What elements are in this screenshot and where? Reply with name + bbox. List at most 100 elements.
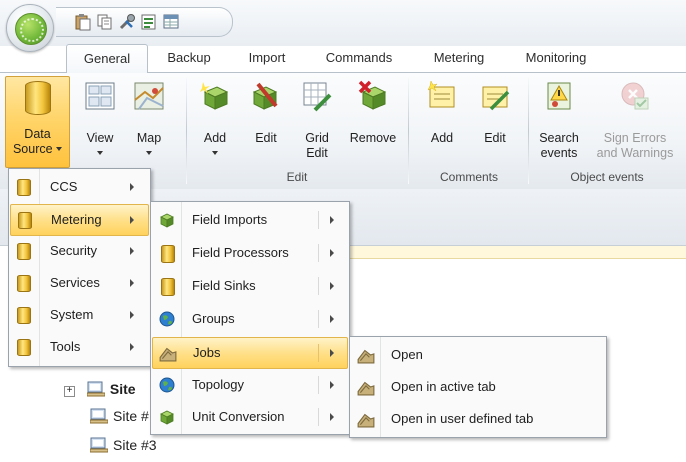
submenu-arrow-icon (130, 216, 134, 224)
grid-edit-button[interactable]: Grid Edit (294, 76, 340, 166)
ribbon-separator (186, 78, 187, 184)
report-icon[interactable] (140, 13, 158, 31)
menu-item-label: Metering (51, 212, 102, 227)
data-source-label-line2: Source (12, 142, 53, 156)
submenu-arrow-icon[interactable] (330, 381, 334, 389)
grid-edit-label-line1: Grid (305, 131, 329, 145)
menu-item-unit-conversion[interactable]: Unit Conversion (152, 402, 348, 432)
edit-comment-label: Edit (484, 131, 506, 145)
menu-item-label: Field Sinks (192, 278, 256, 293)
edit-object-button[interactable]: Edit (244, 76, 288, 166)
tree-row-site[interactable]: + Site (64, 378, 136, 400)
submenu-arrow-icon[interactable] (330, 282, 334, 290)
site-icon (90, 437, 108, 453)
object-events-group-label: Object events (570, 170, 644, 184)
data-source-label: Data Source (6, 127, 69, 157)
paste-icon[interactable] (74, 13, 92, 31)
remove-object-button[interactable]: Remove (344, 76, 402, 166)
jobs-icon (159, 347, 177, 362)
menu-split-divider (318, 310, 319, 328)
menu-item-tools[interactable]: Tools (10, 332, 149, 362)
submenu-arrow-icon[interactable] (330, 413, 334, 421)
edit-comment-icon (482, 86, 510, 111)
submenu-arrow-icon[interactable] (330, 249, 334, 257)
menu-item-label: CCS (50, 179, 78, 194)
map-button[interactable]: Map (126, 76, 172, 166)
tree-row-label: Site #3 (113, 437, 157, 453)
sign-errors-button[interactable]: Sign Errors and Warnings (588, 76, 682, 166)
tree-row-site-2[interactable]: Site # (90, 405, 149, 427)
add-object-button[interactable]: Add (192, 76, 238, 166)
menu-item-label: Services (50, 275, 100, 290)
menu-item-label: Open (391, 347, 423, 362)
submenu-arrow-icon[interactable] (330, 349, 334, 357)
database-icon (18, 212, 32, 229)
sign-errors-label-line2: and Warnings (596, 146, 674, 160)
add-comment-label: Add (430, 131, 454, 145)
menu-item-label: Security (50, 243, 97, 258)
menu-split-divider (318, 408, 319, 426)
globe-icon (159, 311, 175, 327)
menu-item-jobs[interactable]: Jobs (152, 337, 348, 369)
menu-item-label: Field Processors (192, 245, 289, 260)
tree-row-site-3[interactable]: Site #3 (90, 434, 157, 456)
grid-edit-label: Grid Edit (294, 131, 340, 161)
menu-item-label: Field Imports (192, 212, 268, 227)
tab-backup[interactable]: Backup (148, 44, 230, 72)
data-source-button[interactable]: Data Source (5, 76, 70, 168)
jobs-icon (357, 349, 375, 364)
menu-item-groups[interactable]: Groups (152, 304, 348, 334)
jobs-submenu: Open Open in active tab Open in user def… (349, 336, 607, 438)
tab-import[interactable]: Import (230, 44, 304, 72)
view-button[interactable]: View (78, 76, 122, 166)
menu-item-services[interactable]: Services (10, 268, 149, 298)
database-icon (17, 243, 31, 260)
menu-item-open-in-active-tab[interactable]: Open in active tab (351, 371, 605, 403)
menu-item-field-processors[interactable]: Field Processors (152, 238, 348, 268)
submenu-arrow-icon[interactable] (330, 216, 334, 224)
chevron-down-icon (97, 151, 103, 155)
menu-item-label: Tools (50, 339, 81, 354)
menu-item-system[interactable]: System (10, 300, 149, 330)
menu-split-divider (318, 376, 319, 394)
grid-icon[interactable] (162, 13, 180, 31)
add-comment-icon (427, 80, 455, 108)
add-comment-button[interactable]: Add (420, 76, 464, 166)
submenu-arrow-icon (130, 279, 134, 287)
chevron-down-icon (146, 151, 152, 155)
menu-item-field-sinks[interactable]: Field Sinks (152, 271, 348, 301)
menu-item-field-imports[interactable]: Field Imports (152, 205, 348, 235)
tab-commands[interactable]: Commands (306, 44, 412, 72)
cube-icon (160, 213, 174, 228)
search-events-button[interactable]: Search events (532, 76, 586, 166)
tree-row-label: Site (109, 381, 136, 397)
menu-item-ccs[interactable]: CCS (10, 172, 149, 202)
submenu-arrow-icon (130, 183, 134, 191)
data-source-label-line1: Data (24, 127, 51, 141)
edit-cube-icon (252, 82, 278, 110)
search-events-icon (547, 82, 571, 110)
submenu-arrow-icon[interactable] (330, 315, 334, 323)
database-icon (24, 81, 51, 115)
tab-monitoring[interactable]: Monitoring (506, 44, 606, 72)
menu-item-topology[interactable]: Topology (152, 370, 348, 400)
tools-icon[interactable] (118, 13, 136, 31)
menu-item-security[interactable]: Security (10, 236, 149, 266)
tree-row-label: Site # (113, 408, 149, 424)
grid-edit-label-line2: Edit (306, 146, 328, 160)
tab-metering[interactable]: Metering (414, 44, 504, 72)
expand-icon[interactable]: + (64, 386, 75, 397)
add-object-label: Add (203, 131, 227, 145)
submenu-arrow-icon (130, 343, 134, 351)
menu-item-label: Open in active tab (391, 379, 496, 394)
application-menu-button[interactable] (6, 4, 54, 52)
copy-icon[interactable] (96, 13, 114, 31)
jobs-icon (357, 381, 375, 396)
menu-item-open[interactable]: Open (351, 339, 605, 371)
database-icon (17, 275, 31, 292)
edit-comment-button[interactable]: Edit (472, 76, 518, 166)
tab-general[interactable]: General (66, 44, 148, 73)
menu-item-open-in-user-defined-tab[interactable]: Open in user defined tab (351, 403, 605, 435)
menu-item-metering[interactable]: Metering (10, 204, 149, 236)
database-icon (17, 339, 31, 356)
